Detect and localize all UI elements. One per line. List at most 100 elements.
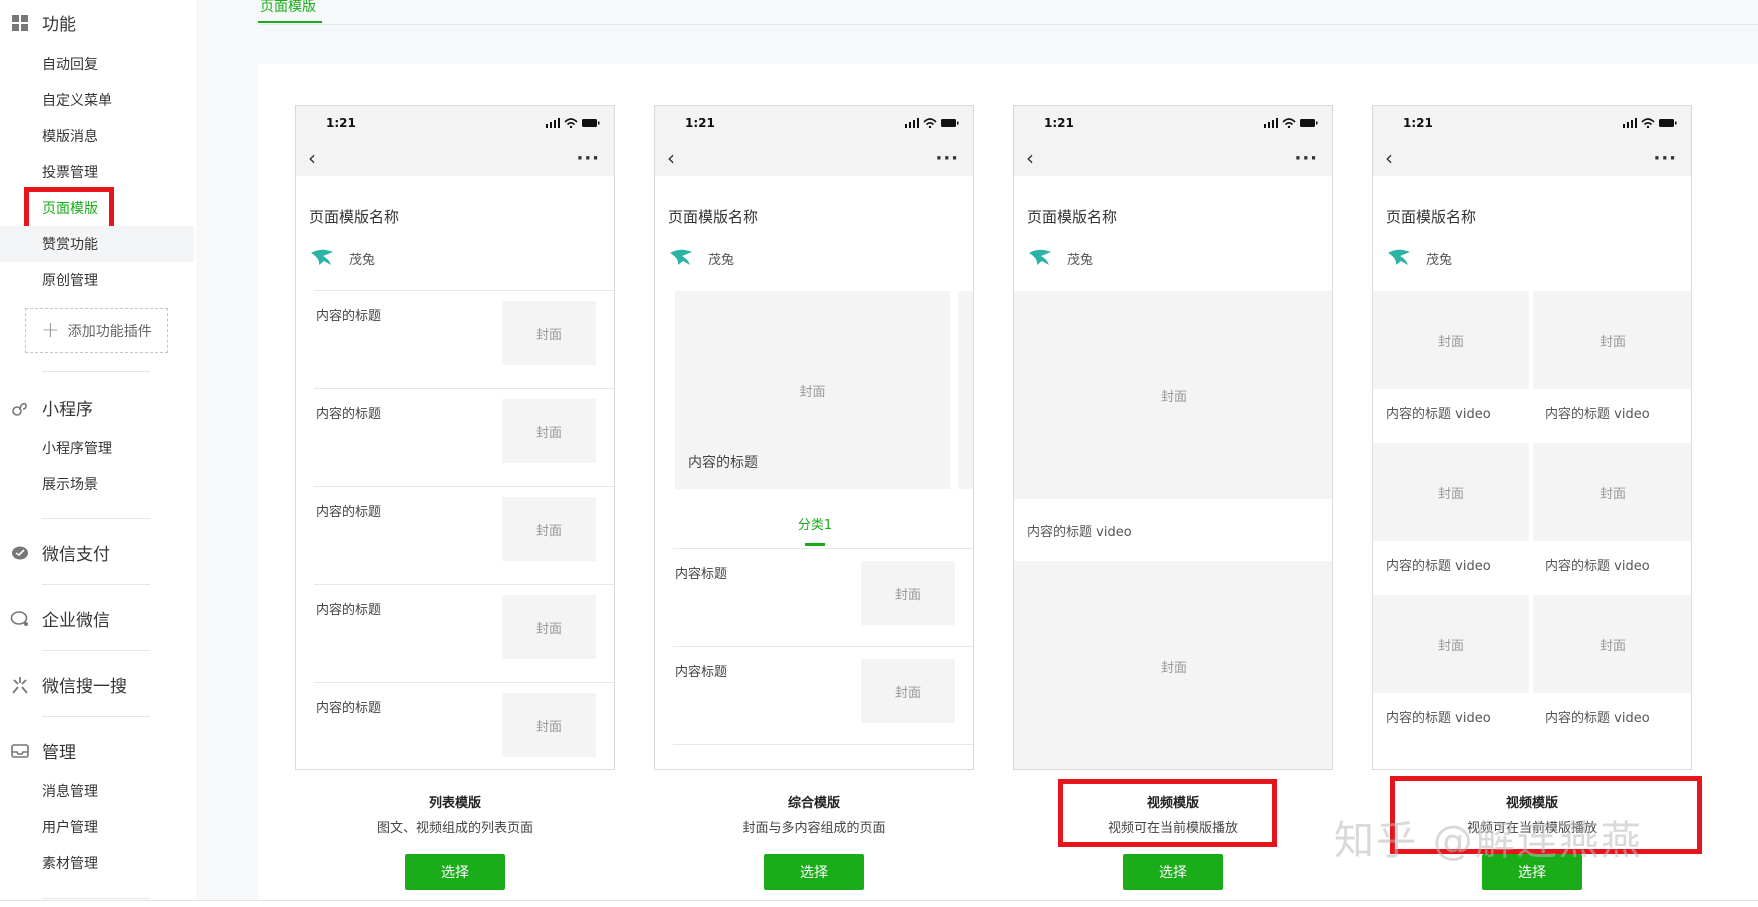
sidebar: 功能 自动回复 自定义菜单 模版消息 投票管理 页面模版 赞赏功能 原创管理 +… bbox=[0, 0, 196, 907]
author-logo-icon bbox=[670, 249, 692, 265]
author-logo-icon bbox=[1388, 249, 1410, 265]
battery-icon bbox=[582, 119, 600, 127]
highlight-box bbox=[1058, 779, 1277, 847]
template-preview-video: 1:21 ‹ ··· 页面模版名称 茂兔 封面 内容的标题 video 封面 bbox=[1013, 105, 1333, 770]
template-name: 综合模版 bbox=[787, 796, 840, 811]
back-icon: ‹ bbox=[1385, 146, 1393, 170]
list-item bbox=[673, 744, 973, 769]
video-title: 内容的标题 video bbox=[1545, 711, 1650, 726]
author-name: 茂兔 bbox=[1067, 252, 1094, 268]
status-icons bbox=[905, 118, 959, 128]
video-cover: 封面 bbox=[1533, 595, 1691, 693]
tab-page-template[interactable]: 页面模版 bbox=[260, 0, 316, 16]
divider bbox=[42, 518, 150, 519]
bottom-bar bbox=[0, 900, 1758, 907]
template-desc: 封面与多内容组成的页面 bbox=[742, 821, 886, 836]
cover-placeholder: 封面 bbox=[502, 399, 596, 463]
sidebar-item-display-scene[interactable]: 展示场景 bbox=[42, 475, 98, 495]
divider bbox=[42, 898, 150, 899]
sidebar-item-materials[interactable]: 素材管理 bbox=[42, 854, 98, 874]
section-features[interactable]: 功能 bbox=[10, 10, 76, 35]
divider bbox=[42, 371, 150, 372]
author: 茂兔 bbox=[309, 246, 614, 270]
category-tab[interactable]: 分类1 bbox=[655, 514, 973, 533]
wifi-icon bbox=[923, 118, 937, 128]
cover-label: 封面 bbox=[799, 384, 826, 400]
video-cover: 封面 bbox=[1014, 291, 1332, 499]
author: 茂兔 bbox=[1027, 246, 1332, 270]
sidebar-item-custom-menu[interactable]: 自定义菜单 bbox=[42, 91, 112, 111]
author-name: 茂兔 bbox=[349, 252, 376, 268]
more-icon: ··· bbox=[576, 147, 600, 169]
video-title: 内容的标题 video bbox=[1386, 711, 1491, 726]
sidebar-item-messages[interactable]: 消息管理 bbox=[42, 782, 98, 802]
battery-icon bbox=[1300, 119, 1318, 127]
category-indicator bbox=[805, 543, 825, 546]
tab-active-indicator bbox=[258, 21, 322, 23]
section-miniprogram[interactable]: 小程序 bbox=[10, 395, 93, 420]
select-button-video[interactable]: 选择 bbox=[1123, 854, 1223, 890]
hero-next-cover bbox=[958, 291, 973, 489]
sidebar-item-vote[interactable]: 投票管理 bbox=[42, 163, 98, 183]
back-icon: ‹ bbox=[667, 146, 675, 170]
template-preview-list: 1:21 ‹ ··· 页面模版名称 茂兔 内容的标题 封面 内容的标题 封面 内容的… bbox=[295, 105, 615, 770]
section-manage[interactable]: 管理 bbox=[10, 738, 76, 763]
status-time: 1:21 bbox=[685, 116, 715, 130]
author-name: 茂兔 bbox=[1426, 252, 1453, 268]
sidebar-item-reward[interactable]: 赞赏功能 bbox=[42, 235, 98, 255]
video-cover: 封面 bbox=[1373, 443, 1529, 541]
sidebar-item-template-message[interactable]: 模版消息 bbox=[42, 127, 98, 147]
sidebar-item-auto-reply[interactable]: 自动回复 bbox=[42, 55, 98, 75]
video-cover: 封面 bbox=[1373, 595, 1529, 693]
section-search[interactable]: 微信搜一搜 bbox=[10, 672, 127, 697]
video-cover: 封面 bbox=[1533, 291, 1691, 389]
list-item: 内容的标题 封面 bbox=[314, 290, 614, 388]
template-name: 列表模版 bbox=[428, 796, 481, 811]
more-icon: ··· bbox=[1653, 147, 1677, 169]
inbox-icon bbox=[10, 741, 30, 761]
list-item: 内容的标题 封面 bbox=[314, 584, 614, 682]
chat-icon bbox=[10, 609, 30, 629]
video-title: 内容的标题 video bbox=[1545, 407, 1650, 422]
section-title: 微信搜一搜 bbox=[42, 677, 127, 697]
video-title: 内容的标题 video bbox=[1027, 525, 1132, 540]
cover-placeholder: 封面 bbox=[502, 693, 596, 757]
battery-icon bbox=[1659, 119, 1677, 127]
select-button-list[interactable]: 选择 bbox=[405, 854, 505, 890]
status-bar: 1:21 bbox=[1014, 106, 1332, 140]
author-name: 茂兔 bbox=[708, 252, 735, 268]
list-item: 内容的标题 封面 bbox=[314, 486, 614, 584]
signal-icon bbox=[1264, 118, 1278, 128]
page-title: 页面模版名称 bbox=[309, 208, 400, 226]
template-desc: 图文、视频组成的列表页面 bbox=[376, 821, 533, 836]
divider bbox=[42, 584, 150, 585]
template-preview-video-grid: 1:21 ‹ ··· 页面模版名称 茂兔 封面 封面 内容的标题 video 内… bbox=[1372, 105, 1692, 770]
phone-navbar: ‹ ··· bbox=[1373, 140, 1691, 176]
sidebar-item-miniprogram-manage[interactable]: 小程序管理 bbox=[42, 439, 112, 459]
pay-icon bbox=[10, 543, 30, 563]
page-title: 页面模版名称 bbox=[1027, 208, 1118, 226]
sidebar-item-users[interactable]: 用户管理 bbox=[42, 818, 98, 838]
signal-icon bbox=[546, 118, 560, 128]
cover-placeholder: 封面 bbox=[502, 595, 596, 659]
status-icons bbox=[1623, 118, 1677, 128]
divider bbox=[42, 716, 150, 717]
divider bbox=[42, 650, 150, 651]
grid-icon bbox=[10, 13, 30, 33]
video-cover: 封面 bbox=[1373, 291, 1529, 389]
template-preview-composite: 1:21 ‹ ··· 页面模版名称 茂兔 封面 内容的标题 分类1 内容标题 封面… bbox=[654, 105, 974, 770]
add-plugin-button[interactable]: + 添加功能插件 bbox=[25, 308, 168, 353]
video-title: 内容的标题 video bbox=[1386, 559, 1491, 574]
section-wechat-pay[interactable]: 微信支付 bbox=[10, 540, 110, 565]
wifi-icon bbox=[1282, 118, 1296, 128]
signal-icon bbox=[1623, 118, 1637, 128]
cover-placeholder: 封面 bbox=[861, 561, 955, 625]
video-cover: 封面 bbox=[1533, 443, 1691, 541]
page-title: 页面模版名称 bbox=[668, 208, 759, 226]
section-work-wechat[interactable]: 企业微信 bbox=[10, 606, 110, 631]
link-icon bbox=[10, 398, 30, 418]
sidebar-item-original[interactable]: 原创管理 bbox=[42, 271, 98, 291]
select-button-composite[interactable]: 选择 bbox=[764, 854, 864, 890]
template-info-list: 列表模版 图文、视频组成的列表页面 bbox=[295, 792, 615, 836]
list-item: 内容的标题 封面 bbox=[314, 388, 614, 486]
